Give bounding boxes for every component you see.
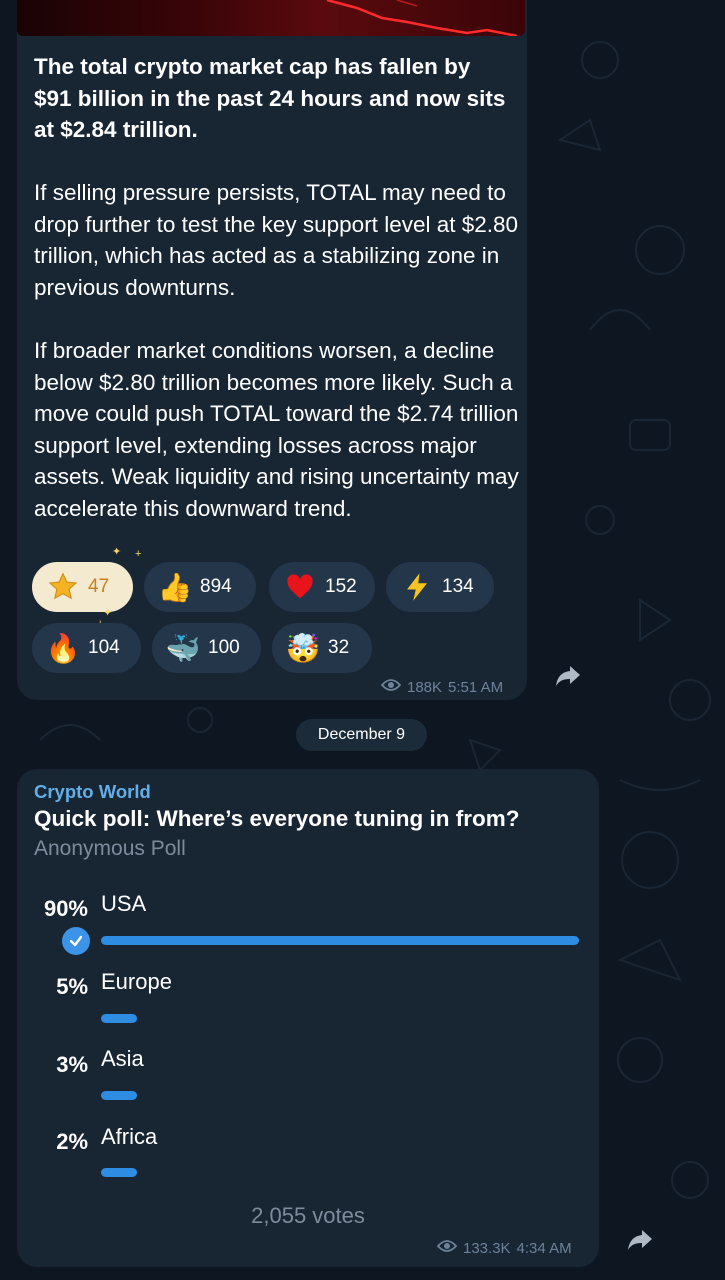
poll-result-bar xyxy=(101,1014,137,1023)
reaction-heart[interactable]: 152 xyxy=(269,562,375,612)
heart-icon xyxy=(283,570,317,604)
view-count: 133.3K xyxy=(463,1239,511,1257)
reaction-mind-blown[interactable]: 🤯 32 xyxy=(272,623,372,673)
poll-option-label: Asia xyxy=(101,1046,144,1071)
star-icon xyxy=(46,570,80,604)
share-arrow-icon xyxy=(556,666,580,686)
post-time: 5:51 AM xyxy=(448,678,504,696)
poll-type-label: Anonymous Poll xyxy=(34,837,186,860)
reaction-count: 32 xyxy=(328,637,350,658)
share-button[interactable] xyxy=(548,656,588,696)
view-count: 188K xyxy=(407,678,443,696)
reaction-count: 894 xyxy=(200,576,232,597)
reaction-count: 100 xyxy=(208,637,240,658)
post-time: 4:34 AM xyxy=(516,1239,572,1257)
reaction-count: 47 xyxy=(88,576,110,597)
reaction-fire[interactable]: 🔥 104 xyxy=(32,623,141,673)
reaction-count: 152 xyxy=(325,576,357,597)
channel-name[interactable]: Crypto World xyxy=(34,781,151,803)
poll-post: Crypto World Quick poll: Where’s everyon… xyxy=(17,769,599,1267)
poll-option-label: Africa xyxy=(101,1124,158,1149)
post-paragraph-1: If selling pressure persists, TOTAL may … xyxy=(34,180,519,300)
poll-option-percent: 90% xyxy=(43,896,88,921)
reaction-lightning[interactable]: 134 xyxy=(386,562,494,612)
post-meta: 188K 5:51 AM xyxy=(380,678,504,696)
poll-option-percent: 3% xyxy=(56,1052,88,1077)
thumbs-up-icon: 👍 xyxy=(157,571,193,603)
views-eye-icon xyxy=(380,678,402,696)
lightning-icon xyxy=(400,570,434,604)
reaction-thumbs-up[interactable]: 👍 894 xyxy=(144,562,256,612)
fire-icon: 🔥 xyxy=(45,632,81,664)
poll-result-bar xyxy=(101,936,579,945)
checkmark-icon xyxy=(62,927,90,955)
post-paragraph-2: If broader market conditions worsen, a d… xyxy=(34,338,519,521)
date-separator: December 9 xyxy=(296,719,427,751)
whale-icon: 🐳 xyxy=(165,632,201,664)
poll-option-label: Europe xyxy=(101,969,172,994)
reaction-count: 134 xyxy=(442,576,474,597)
reaction-star[interactable]: 47 xyxy=(32,562,133,612)
post-headline: The total crypto market cap has fallen b… xyxy=(34,54,506,142)
reaction-count: 104 xyxy=(88,637,120,658)
reaction-whale[interactable]: 🐳 100 xyxy=(152,623,261,673)
poll-option-percent: 5% xyxy=(56,974,88,999)
channel-post-market-cap: The total crypto market cap has fallen b… xyxy=(17,0,527,700)
poll-option-label: USA xyxy=(101,891,147,916)
share-arrow-icon xyxy=(628,1230,652,1250)
post-chart-image[interactable] xyxy=(17,0,525,36)
poll-question: Quick poll: Where’s everyone tuning in f… xyxy=(34,806,520,831)
vote-count: 2,055 votes xyxy=(251,1203,365,1228)
poll-result-bar xyxy=(101,1091,137,1100)
views-eye-icon xyxy=(436,1239,458,1257)
poll-option-percent: 2% xyxy=(56,1129,88,1154)
mind-blown-icon: 🤯 xyxy=(285,632,321,664)
poll-result-bar xyxy=(101,1168,137,1177)
post-meta: 133.3K 4:34 AM xyxy=(436,1239,572,1257)
share-button[interactable] xyxy=(620,1220,660,1260)
